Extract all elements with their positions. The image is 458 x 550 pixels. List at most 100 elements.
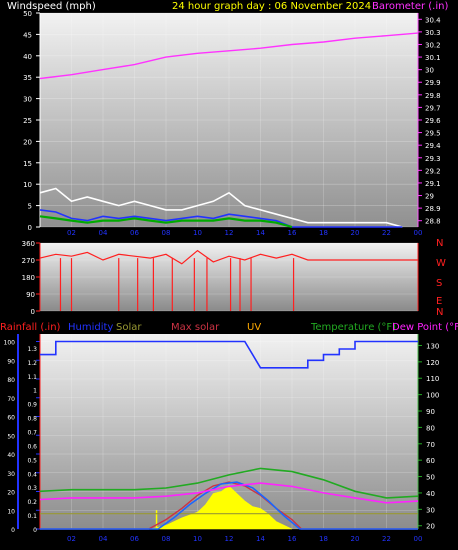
wind-left-tick-label: 45	[23, 31, 32, 39]
direction-tick-label: 360	[22, 240, 35, 248]
temp-tick-label: 20	[426, 523, 435, 531]
rain-tick-label: 0.4	[27, 471, 37, 478]
rainfall-label: Rainfall (.in)	[0, 322, 61, 333]
weather-graphs: Windspeed (mph) 24 hour graph day : 06 N…	[0, 1, 458, 543]
wind-x-tick-label: 10	[193, 229, 202, 237]
multi-x-tick-label: 18	[319, 535, 328, 543]
humidity-tick-label: 40	[7, 452, 15, 459]
multi-x-tick-label: 14	[256, 535, 265, 543]
temp-tick-label: 90	[426, 408, 435, 416]
rain-tick-label: 0.9	[27, 402, 37, 409]
temp-tick-label: 40	[426, 490, 435, 498]
barometer-tick-label: 28.9	[425, 205, 441, 213]
temp-tick-label: 70	[426, 441, 435, 449]
wind-x-tick-label: 20	[351, 229, 360, 237]
humidity-tick-label: 50	[7, 433, 15, 440]
barometer-tick-label: 30.2	[425, 41, 441, 49]
barometer-tick-label: 30.1	[425, 54, 441, 62]
barometer-label: Barometer (.in)	[372, 1, 448, 12]
rain-tick-label: 1.3	[27, 346, 37, 353]
rain-tick-label: 0.2	[27, 499, 37, 506]
rain-tick-label: 0.7	[27, 430, 37, 437]
multi-x-tick-label: 04	[99, 535, 108, 543]
rain-tick-label: 1	[33, 388, 37, 395]
wind-left-tick-label: 15	[23, 160, 32, 168]
wind-x-tick-label: 08	[162, 229, 171, 237]
windspeed-label: Windspeed (mph)	[7, 1, 96, 12]
rain-tick-label: 0	[33, 527, 37, 534]
wind-left-tick-label: 30	[23, 96, 32, 104]
multi-x-tick-label: 10	[193, 535, 202, 543]
temp-tick-label: 50	[426, 474, 435, 482]
humidity-tick-label: 60	[7, 415, 15, 422]
dew-point-label: Dew Point (°F	[392, 322, 458, 333]
wind-x-tick-label: 18	[319, 229, 328, 237]
barometer-tick-label: 29.3	[425, 155, 441, 163]
multi-x-tick-label: 22	[382, 535, 391, 543]
rain-tick-label: 0.1	[27, 513, 37, 520]
compass-label: N	[436, 238, 443, 249]
graph-title: 24 hour graph day : 06 November 2024	[172, 1, 371, 12]
direction-tick-label: 90	[26, 291, 35, 299]
wind-x-tick-label: 04	[99, 229, 108, 237]
barometer-tick-label: 29.1	[425, 180, 441, 188]
barometer-tick-label: 29.8	[425, 92, 441, 100]
barometer-tick-label: 29.5	[425, 130, 441, 138]
uv-label: UV	[247, 322, 261, 333]
humidity-tick-label: 90	[7, 358, 15, 365]
wind-left-tick-label: 40	[23, 53, 32, 61]
temp-tick-label: 120	[426, 359, 439, 367]
temp-tick-label: 130	[426, 342, 439, 350]
temp-tick-label: 110	[426, 375, 439, 383]
temp-tick-label: 30	[426, 506, 435, 514]
rain-tick-label: 0.5	[27, 457, 37, 464]
humidity-tick-label: 10	[7, 508, 15, 515]
barometer-tick-label: 30	[425, 67, 434, 75]
wind-x-tick-label: 06	[130, 229, 139, 237]
humidity-tick-label: 70	[7, 396, 15, 403]
wind-left-tick-label: 5	[28, 203, 32, 211]
multi-x-tick-label: 08	[162, 535, 171, 543]
wind-left-tick-label: 0	[28, 224, 32, 232]
multi-x-tick-label: 02	[67, 535, 76, 543]
wind-left-tick-label: 35	[23, 74, 32, 82]
wind-x-tick-label: 02	[67, 229, 76, 237]
direction-tick-label: 180	[22, 274, 35, 282]
barometer-tick-label: 29.7	[425, 104, 441, 112]
wind-x-tick-label: 14	[256, 229, 265, 237]
wind-left-tick-label: 20	[23, 138, 32, 146]
barometer-tick-label: 29	[425, 193, 434, 201]
temperature-label: Temperature (°F)	[310, 322, 396, 333]
wind-x-tick-label: 12	[225, 229, 234, 237]
compass-label: S	[436, 278, 442, 289]
rain-tick-label: 1.1	[27, 374, 37, 381]
temp-tick-label: 80	[426, 424, 435, 432]
humidity-tick-label: 80	[7, 377, 15, 384]
direction-tick-label: 270	[22, 257, 35, 265]
temp-tick-label: 60	[426, 457, 435, 465]
compass-label: W	[436, 258, 446, 269]
rain-tick-label: 0.6	[27, 443, 37, 450]
multi-x-tick-label: 20	[351, 535, 360, 543]
barometer-tick-label: 30.4	[425, 16, 441, 24]
barometer-tick-label: 29.6	[425, 117, 441, 125]
multi-x-tick-label: 12	[225, 535, 234, 543]
multi-x-tick-label: 16	[288, 535, 297, 543]
temp-tick-label: 100	[426, 392, 439, 400]
humidity-tick-label: 0	[11, 527, 15, 534]
multi-x-tick-label: 06	[130, 535, 139, 543]
rain-tick-label: 0.8	[27, 416, 37, 423]
direction-tick-label: 0	[31, 308, 35, 316]
compass-label: N	[436, 307, 443, 318]
solar-label: Solar	[116, 322, 142, 333]
wind-x-tick-label: 16	[288, 229, 297, 237]
wind-left-tick-label: 25	[23, 117, 32, 125]
rain-tick-label: 0.3	[27, 485, 37, 492]
humidity-tick-label: 30	[7, 471, 15, 478]
barometer-tick-label: 29.4	[425, 142, 441, 150]
humidity-tick-label: 100	[4, 340, 16, 347]
wind-x-tick-label: 00	[414, 229, 423, 237]
max-solar-label: Max solar	[171, 322, 220, 333]
wind-left-tick-label: 50	[23, 10, 32, 18]
barometer-tick-label: 30.3	[425, 29, 441, 37]
